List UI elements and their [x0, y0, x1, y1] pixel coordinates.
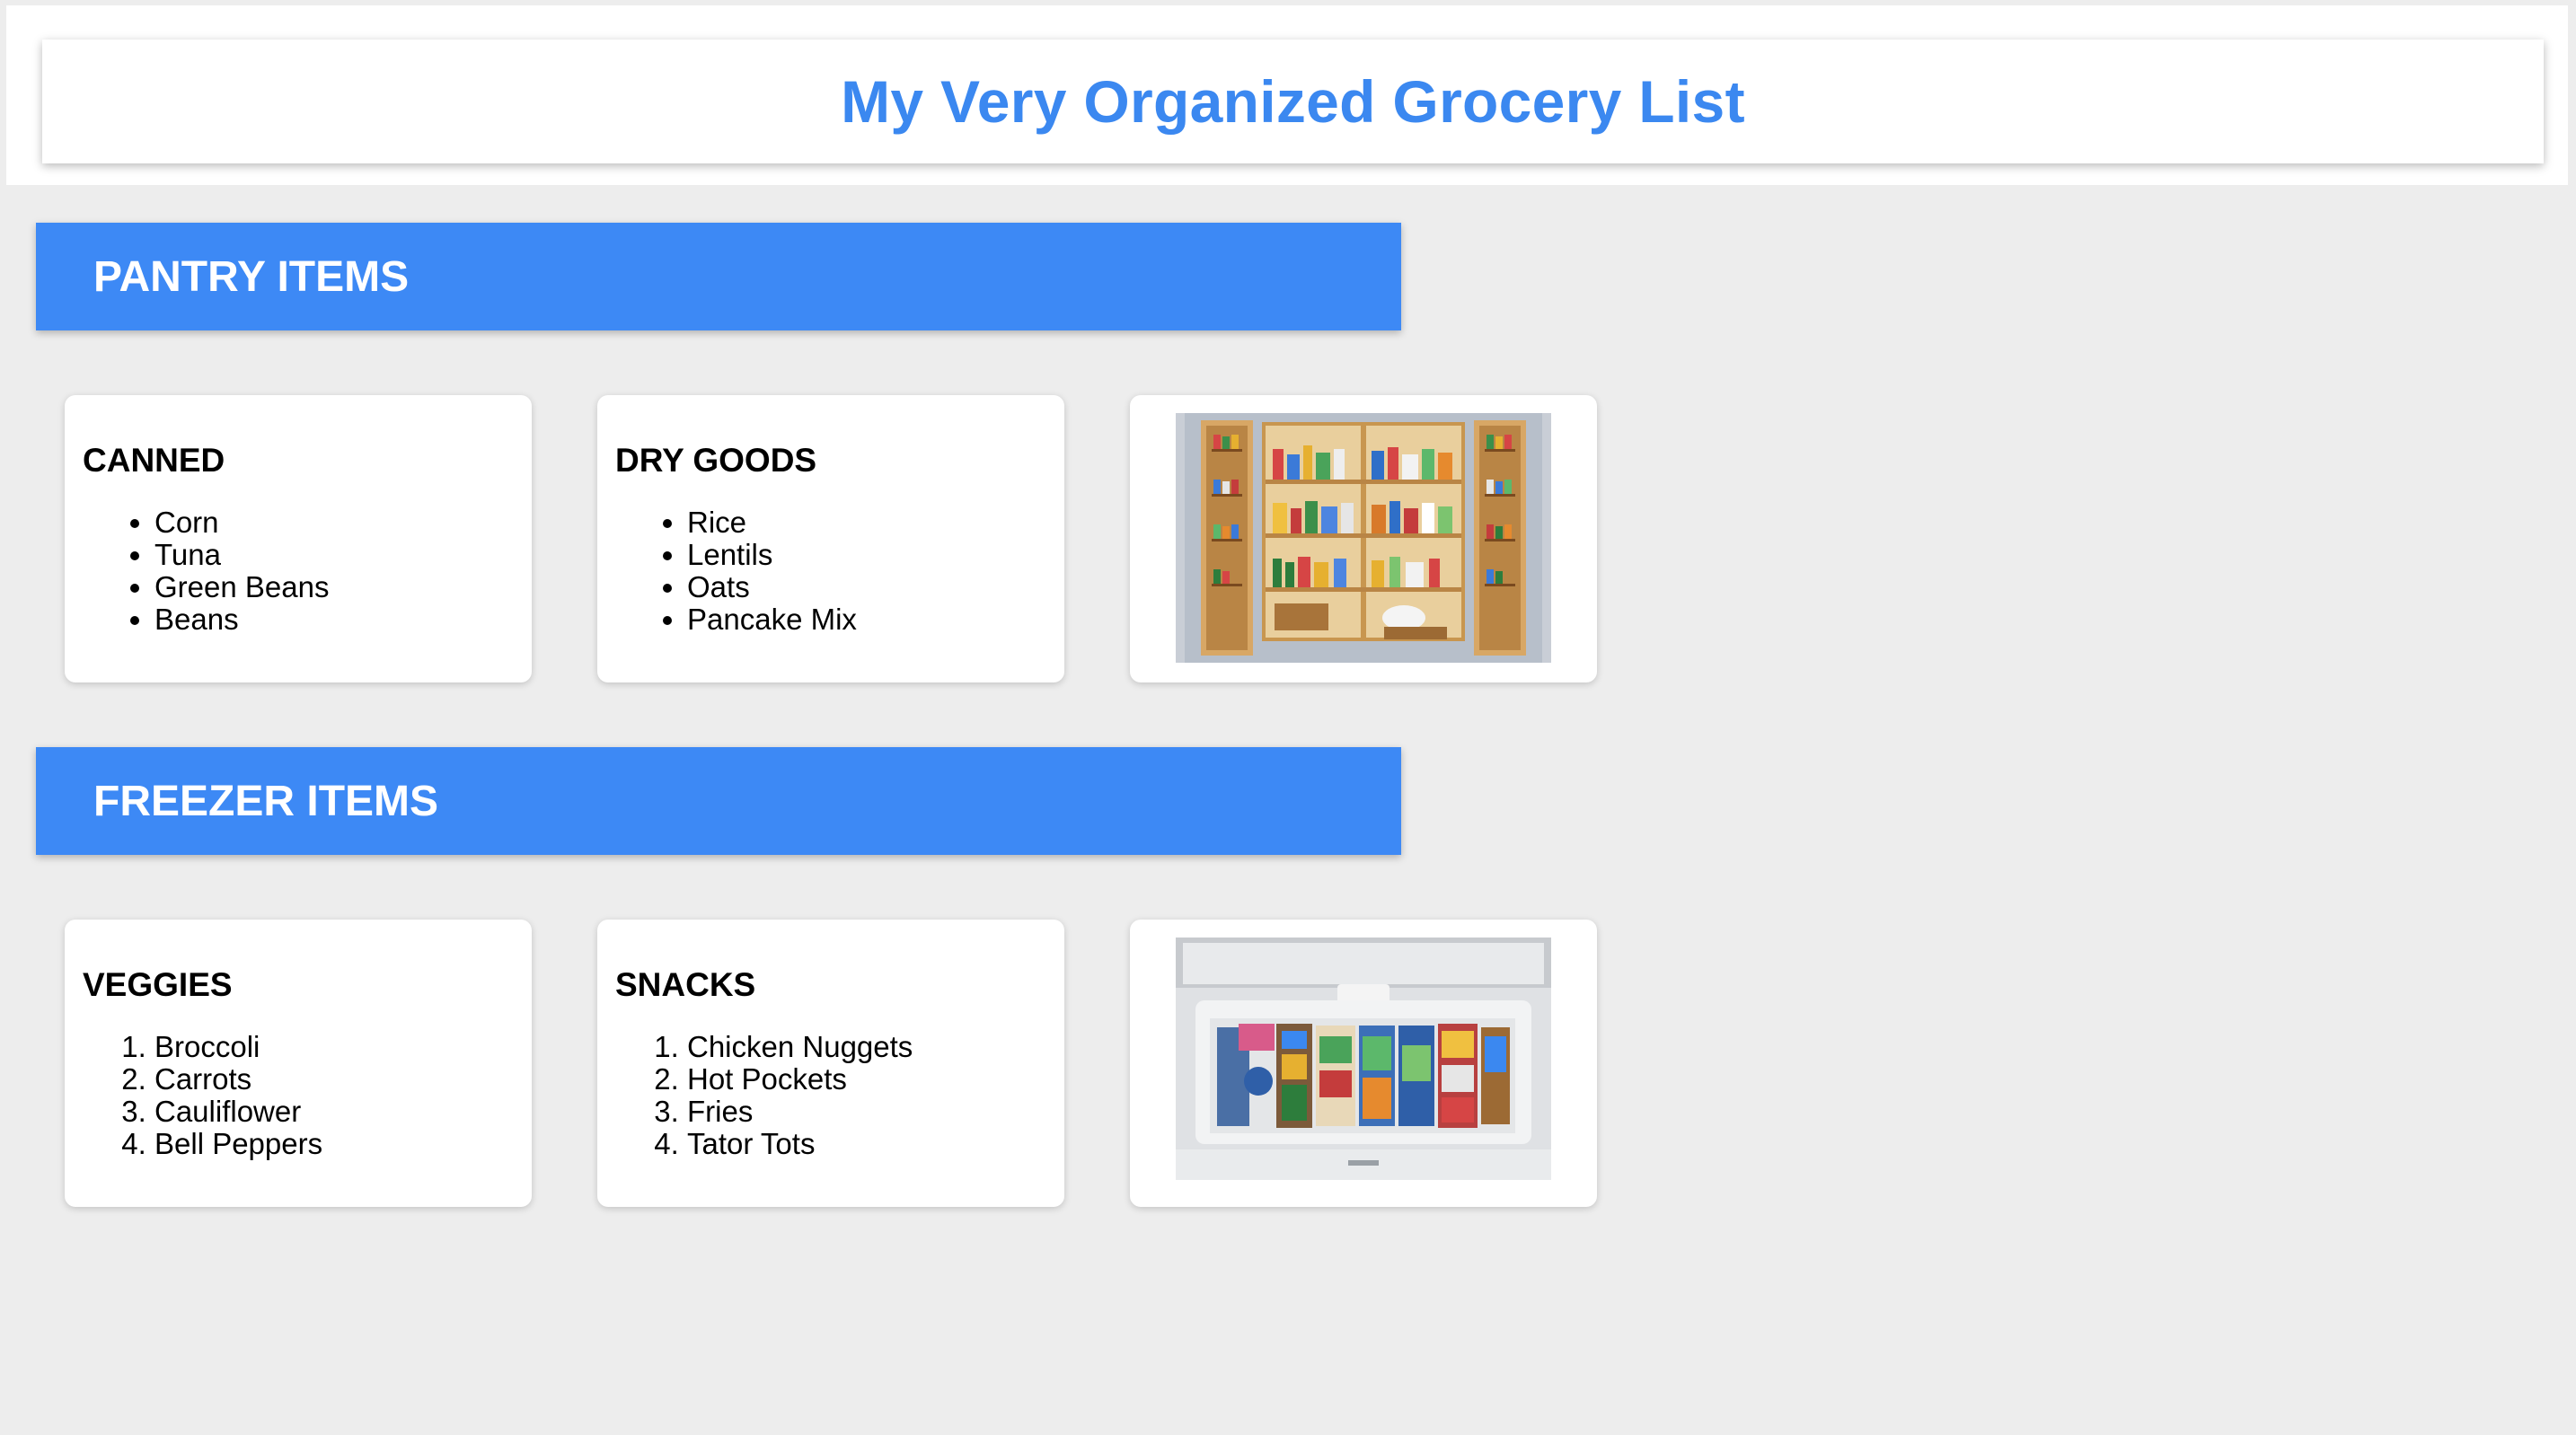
pantry-image-card	[1130, 395, 1597, 682]
dry-goods-card: DRY GOODS Rice Lentils Oats Pancake Mix	[597, 395, 1064, 682]
veggies-heading: VEGGIES	[83, 966, 233, 1003]
veggies-list: Broccoli Carrots Cauliflower Bell Pepper…	[83, 1031, 322, 1160]
list-item: Rice	[687, 506, 857, 539]
freezer-photo	[1176, 938, 1551, 1180]
canned-card: CANNED Corn Tuna Green Beans Beans	[65, 395, 532, 682]
list-item: Chicken Nuggets	[687, 1031, 913, 1063]
list-item: Tator Tots	[687, 1128, 913, 1160]
list-item: Tuna	[154, 539, 329, 571]
pantry-section-title: PANTRY ITEMS	[93, 252, 410, 301]
list-item: Corn	[154, 506, 329, 539]
pantry-photo	[1176, 413, 1551, 663]
freezer-section-title: FREEZER ITEMS	[93, 777, 439, 825]
pantry-section-banner: PANTRY ITEMS	[36, 223, 1401, 330]
list-item: Hot Pockets	[687, 1063, 913, 1096]
page-title: My Very Organized Grocery List	[841, 68, 1745, 135]
list-item: Bell Peppers	[154, 1128, 322, 1160]
header-box: My Very Organized Grocery List	[42, 40, 2544, 163]
canned-heading: CANNED	[83, 442, 225, 479]
list-item: Pancake Mix	[687, 603, 857, 636]
snacks-list: Chicken Nuggets Hot Pockets Fries Tator …	[615, 1031, 913, 1160]
list-item: Carrots	[154, 1063, 322, 1096]
list-item: Broccoli	[154, 1031, 322, 1063]
list-item: Beans	[154, 603, 329, 636]
veggies-card: VEGGIES Broccoli Carrots Cauliflower Bel…	[65, 920, 532, 1207]
freezer-image-card	[1130, 920, 1597, 1207]
list-item: Fries	[687, 1096, 913, 1128]
freezer-section-banner: FREEZER ITEMS	[36, 747, 1401, 855]
dry-goods-heading: DRY GOODS	[615, 442, 817, 479]
list-item: Green Beans	[154, 571, 329, 603]
snacks-card: SNACKS Chicken Nuggets Hot Pockets Fries…	[597, 920, 1064, 1207]
header-container: My Very Organized Grocery List	[6, 5, 2568, 185]
list-item: Cauliflower	[154, 1096, 322, 1128]
snacks-heading: SNACKS	[615, 966, 756, 1003]
list-item: Oats	[687, 571, 857, 603]
list-item: Lentils	[687, 539, 857, 571]
dry-goods-list: Rice Lentils Oats Pancake Mix	[615, 506, 857, 636]
canned-list: Corn Tuna Green Beans Beans	[83, 506, 329, 636]
